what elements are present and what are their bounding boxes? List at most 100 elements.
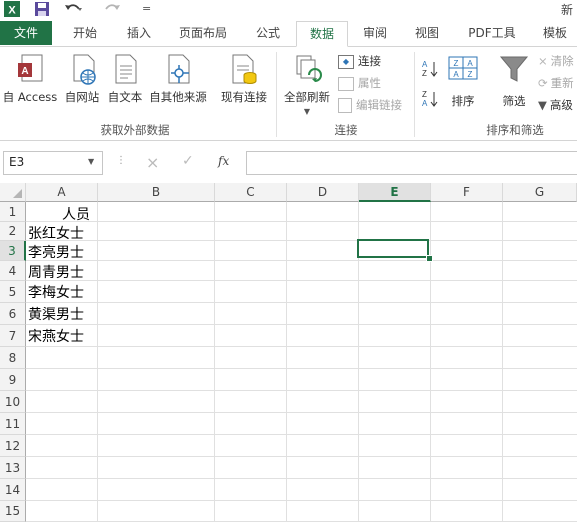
row-header-13[interactable]: 13 <box>0 457 26 479</box>
title-bar: X = 新 <box>0 0 577 19</box>
svg-text:A: A <box>453 70 459 79</box>
sort-button[interactable]: ZAAZ 排序 <box>444 53 482 109</box>
properties-button[interactable]: 属性 <box>338 73 381 93</box>
tab-formulas[interactable]: 公式 <box>244 21 292 45</box>
existing-connections-button[interactable]: 现有连接 <box>216 53 272 105</box>
column-header-e[interactable]: E <box>359 183 431 202</box>
svg-text:A: A <box>422 99 428 108</box>
from-text-button[interactable]: 自文本 <box>104 53 146 105</box>
filter-label: 筛选 <box>502 94 526 108</box>
redo-icon[interactable] <box>104 1 124 17</box>
customize-qat-icon[interactable]: = <box>142 2 152 16</box>
svg-text:Z: Z <box>422 69 427 78</box>
from-access-button[interactable]: A 自 Access <box>0 53 60 105</box>
row-header-6[interactable]: 6 <box>0 303 26 325</box>
insert-function-icon[interactable]: fx <box>218 154 229 168</box>
row-header-5[interactable]: 5 <box>0 281 26 303</box>
row-header-4[interactable]: 4 <box>0 261 26 281</box>
cell-a7[interactable]: 宋燕女士 <box>28 326 84 346</box>
group-divider <box>276 52 277 137</box>
column-header-d[interactable]: D <box>287 183 359 202</box>
save-icon[interactable] <box>34 1 50 17</box>
tab-pdf-tools[interactable]: PDF工具 <box>462 21 522 45</box>
grid-line <box>26 500 577 501</box>
row-header-11[interactable]: 11 <box>0 413 26 435</box>
grid-line <box>26 260 577 261</box>
row-header-2[interactable]: 2 <box>0 222 26 241</box>
reapply-button[interactable]: ⟳ 重新 <box>538 73 574 93</box>
connections-button[interactable]: ◆ 连接 <box>338 51 381 71</box>
chevron-down-icon: ▼ <box>303 107 311 116</box>
tab-data[interactable]: 数据 <box>296 21 348 47</box>
group-label-connections: 连接 <box>334 123 358 137</box>
select-all-triangle-icon <box>13 189 22 198</box>
cell-a6[interactable]: 黄渠男士 <box>28 304 84 324</box>
cell-a2[interactable]: 张红女士 <box>28 223 84 243</box>
advanced-filter-button[interactable]: ▼ 高级 <box>538 95 573 115</box>
clear-filter-label: 清除 <box>550 54 574 68</box>
column-header-a[interactable]: A <box>26 183 98 202</box>
row-header-9[interactable]: 9 <box>0 369 26 391</box>
reapply-icon: ⟳ <box>538 76 548 90</box>
worksheet-grid[interactable]: A B C D E F G 1 2 3 4 5 6 7 8 9 10 11 12 13 14 15 人员 张… <box>0 183 577 522</box>
tab-home[interactable]: 开始 <box>60 21 110 45</box>
tab-page-layout[interactable]: 页面布局 <box>172 21 234 45</box>
existing-connections-label: 现有连接 <box>221 90 267 104</box>
fill-handle[interactable] <box>426 255 433 262</box>
row-header-7[interactable]: 7 <box>0 325 26 347</box>
column-header-f[interactable]: F <box>431 183 503 202</box>
cell-a5[interactable]: 李梅女士 <box>28 282 84 302</box>
tab-insert[interactable]: 插入 <box>114 21 164 45</box>
connections-icon: ◆ <box>338 54 354 69</box>
sort-ascending-button[interactable]: AZ <box>422 59 440 79</box>
column-header-b[interactable]: B <box>98 183 215 202</box>
grid-line <box>26 412 577 413</box>
reapply-label: 重新 <box>550 76 574 90</box>
clear-filter-button[interactable]: ⨯ 清除 <box>538 51 574 71</box>
row-header-12[interactable]: 12 <box>0 435 26 457</box>
row-header-8[interactable]: 8 <box>0 347 26 369</box>
select-all-corner[interactable] <box>0 183 26 202</box>
grid-line <box>26 456 577 457</box>
column-header-c[interactable]: C <box>215 183 287 202</box>
filter-button[interactable]: 筛选 <box>494 53 534 109</box>
column-header-g[interactable]: G <box>503 183 577 202</box>
refresh-all-label: 全部刷新 <box>284 90 330 104</box>
from-other-sources-button[interactable]: 自其他来源 <box>146 53 210 105</box>
refresh-all-button[interactable]: 全部刷新 ▼ <box>280 53 334 116</box>
grid-line <box>214 202 215 522</box>
row-header-14[interactable]: 14 <box>0 479 26 501</box>
advanced-filter-label: 高级 <box>549 98 573 112</box>
name-box[interactable]: E3 ▼ <box>3 151 103 175</box>
cancel-icon[interactable]: × <box>146 153 159 172</box>
undo-icon[interactable] <box>64 1 84 17</box>
formula-bar-grip-icon[interactable]: ⋮ <box>116 155 126 166</box>
from-web-button[interactable]: 自网站 <box>61 53 103 105</box>
row-header-1[interactable]: 1 <box>0 202 26 222</box>
text-file-icon <box>109 53 141 87</box>
grid-line <box>502 202 503 522</box>
group-label-external-data: 获取外部数据 <box>100 123 170 137</box>
grid-line <box>26 346 577 347</box>
from-access-label: 自 Access <box>2 90 58 104</box>
tab-templates[interactable]: 模板 <box>530 21 577 45</box>
row-header-10[interactable]: 10 <box>0 391 26 413</box>
edit-links-button[interactable]: 编辑链接 <box>338 95 402 115</box>
tab-view[interactable]: 视图 <box>404 21 450 45</box>
access-db-icon: A <box>14 53 46 87</box>
row-header-15[interactable]: 15 <box>0 501 26 522</box>
tab-review[interactable]: 审阅 <box>352 21 398 45</box>
row-header-3[interactable]: 3 <box>0 241 26 261</box>
cell-a1[interactable]: 人员 <box>62 204 90 224</box>
excel-logo-icon: X <box>4 1 20 17</box>
cell-a4[interactable]: 周青男士 <box>28 262 84 282</box>
name-box-value: E3 <box>9 155 25 169</box>
enter-icon[interactable]: ✓ <box>182 153 194 169</box>
tab-file[interactable]: 文件 <box>0 21 52 45</box>
other-sources-icon <box>162 53 194 87</box>
sort-descending-button[interactable]: ZA <box>422 89 440 109</box>
chevron-down-icon[interactable]: ▼ <box>88 157 94 166</box>
active-cell-e3[interactable] <box>357 239 429 258</box>
formula-input[interactable] <box>246 151 577 175</box>
cell-a3[interactable]: 李亮男士 <box>28 242 84 262</box>
